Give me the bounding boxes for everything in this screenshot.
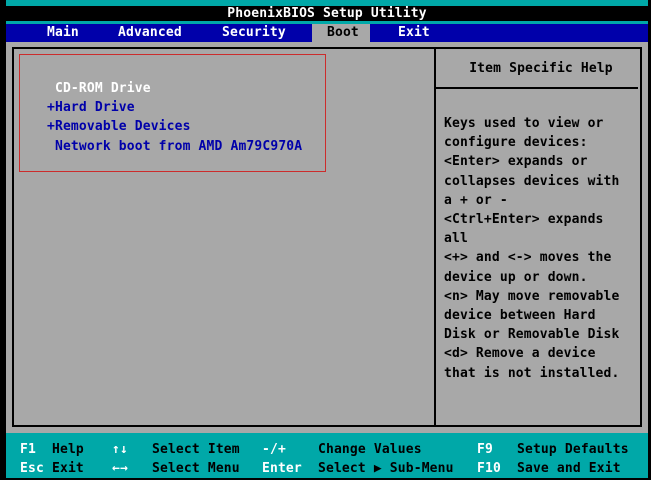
key-esc: Esc (20, 461, 44, 476)
help-panel-title: Item Specific Help (469, 61, 613, 76)
panel-divider (434, 47, 436, 427)
menu-tab-advanced[interactable]: Advanced (118, 24, 182, 42)
help-title-divider (436, 87, 638, 89)
key-help-bar: F1 Help ↑↓ Select Item -/+ Change Values… (6, 433, 648, 478)
key-f10-label: Save and Exit (517, 461, 621, 476)
boot-item-harddrive[interactable]: +Hard Drive (47, 98, 302, 117)
key-leftright-icon: ←→ (112, 461, 128, 476)
key-leftright-label: Select Menu (152, 461, 240, 476)
title-bar: PhoenixBIOS Setup Utility (6, 6, 648, 21)
key-esc-label: Exit (52, 461, 84, 476)
key-minusplus: -/+ (262, 442, 286, 457)
menu-bar: Main Advanced Security Boot Exit (6, 24, 648, 42)
boot-item-removable[interactable]: +Removable Devices (47, 117, 302, 136)
key-f9-label: Setup Defaults (517, 442, 629, 457)
menu-tab-security[interactable]: Security (222, 24, 286, 42)
menu-tab-exit[interactable]: Exit (398, 24, 430, 42)
boot-order-list: CD-ROM Drive +Hard Drive +Removable Devi… (47, 79, 302, 156)
page-title: PhoenixBIOS Setup Utility (227, 6, 427, 21)
help-panel-body: Keys used to view or configure devices: … (444, 116, 620, 381)
key-f9: F9 (477, 442, 493, 457)
key-help-row-2: Esc Exit ←→ Select Menu Enter Select ▶ S… (6, 459, 648, 478)
main-panel: CD-ROM Drive +Hard Drive +Removable Devi… (6, 42, 648, 433)
key-enter: Enter (262, 461, 302, 476)
boot-item-network[interactable]: Network boot from AMD Am79C970A (47, 137, 302, 156)
menu-tab-boot[interactable]: Boot (327, 24, 359, 42)
key-f1: F1 (20, 442, 36, 457)
boot-item-cdrom[interactable]: CD-ROM Drive (47, 79, 302, 98)
key-minusplus-label: Change Values (318, 442, 422, 457)
menu-tab-main[interactable]: Main (47, 24, 79, 42)
key-f1-label: Help (52, 442, 84, 457)
key-updown-icon: ↑↓ (112, 442, 128, 457)
bios-setup-screen: PhoenixBIOS Setup Utility Main Advanced … (0, 0, 651, 480)
key-help-row-1: F1 Help ↑↓ Select Item -/+ Change Values… (6, 440, 648, 459)
key-enter-label: Select ▶ Sub-Menu (318, 461, 454, 476)
key-f10: F10 (477, 461, 501, 476)
key-updown-label: Select Item (152, 442, 240, 457)
